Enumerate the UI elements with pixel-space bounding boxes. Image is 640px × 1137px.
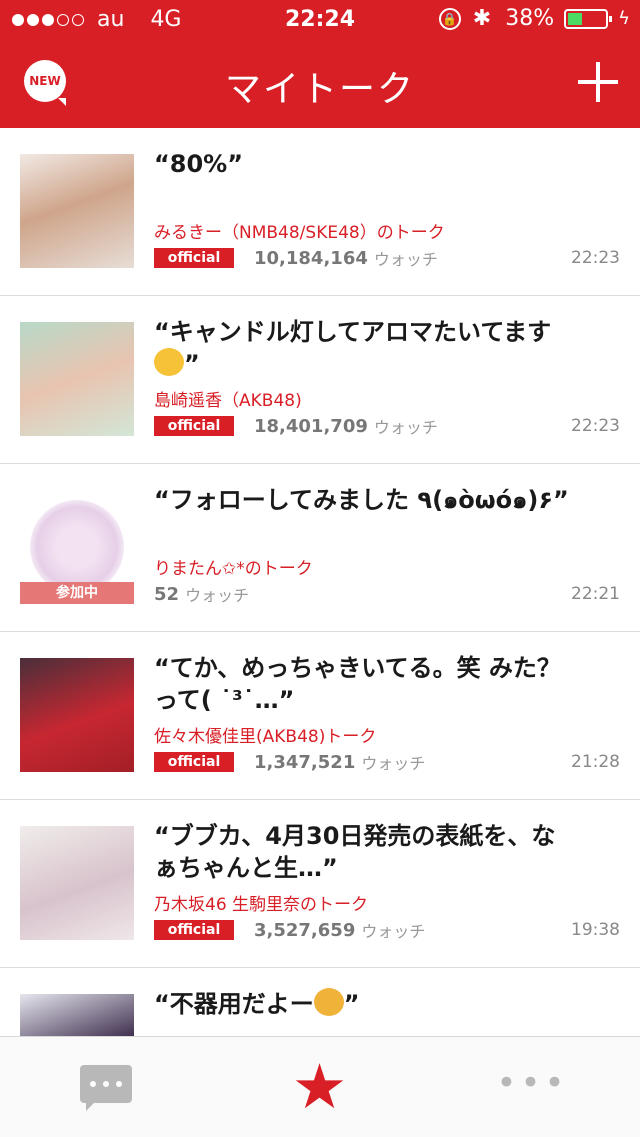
watch-count: 10,184,164 — [254, 247, 368, 269]
talk-list: “80%” みるきー（NMB48/SKE48）のトーク official 10,… — [0, 128, 640, 1036]
official-badge: official — [154, 920, 234, 940]
watch-count: 3,527,659 — [254, 919, 356, 941]
talk-message: “てか、めっちゃきいてる。笑 みた？って( ˙³˙…” — [154, 654, 561, 714]
talk-row[interactable]: “ブブカ、4月30日発売の表紙を、なぁちゃんと生…” 乃木坂46 生駒里奈のトー… — [0, 800, 640, 968]
talk-row[interactable]: “80%” みるきー（NMB48/SKE48）のトーク official 10,… — [0, 128, 640, 296]
add-icon[interactable] — [578, 62, 618, 102]
crying-face-emoji-icon — [313, 988, 344, 1016]
talk-message: “フォローしてみました ٩(๑òωó๑)۶” — [154, 486, 569, 514]
more-icon: ••• — [496, 1063, 569, 1103]
relieved-face-emoji-icon — [154, 348, 184, 376]
talk-message: “ブブカ、4月30日発売の表紙を、なぁちゃんと生…” — [154, 822, 556, 882]
app-header: au 4G 22:24 🔒 ✱ 38% ϟ NEW マイトーク — [0, 0, 640, 128]
talk-thumbnail — [20, 658, 134, 772]
talk-row[interactable]: “キャンドル灯してアロマたいてます” 島崎遥香（AKB48) official … — [0, 296, 640, 464]
watch-count: 52 — [154, 583, 180, 605]
talk-thumbnail — [20, 994, 134, 1036]
tab-my-talk[interactable]: ★ — [213, 1037, 426, 1137]
star-icon: ★ — [291, 1050, 348, 1123]
talk-room-name: みるきー（NMB48/SKE48）のトーク — [154, 223, 445, 243]
talk-room-name: 乃木坂46 生駒里奈のトーク — [154, 895, 369, 915]
status-bar: au 4G 22:24 🔒 ✱ 38% ϟ — [0, 0, 640, 40]
watch-count: 18,401,709 — [254, 415, 368, 437]
talk-message-tail: ” — [343, 990, 360, 1018]
talk-time: 19:38 — [571, 920, 620, 940]
talk-thumbnail — [20, 322, 134, 436]
talk-message: “80%” — [154, 150, 243, 178]
talk-thumbnail — [20, 826, 134, 940]
tab-more[interactable]: ••• — [426, 1037, 639, 1137]
official-badge: official — [154, 416, 234, 436]
talk-room-name: 佐々木優佳里(AKB48)トーク — [154, 727, 377, 747]
talk-row[interactable]: 参加中 “フォローしてみました ٩(๑òωó๑)۶” りまたん✩*のトーク 52… — [0, 464, 640, 632]
talk-room-name: りまたん✩*のトーク — [154, 559, 313, 579]
talk-message-text: “不器用だよー — [154, 990, 314, 1018]
talk-row[interactable]: “てか、めっちゃきいてる。笑 みた？って( ˙³˙…” 佐々木優佳里(AKB48… — [0, 632, 640, 800]
talk-row[interactable]: “不器用だよー ” — [0, 968, 640, 1036]
talk-time: 22:21 — [571, 584, 620, 604]
talk-message: “不器用だよー ” — [154, 988, 574, 1020]
page-title: マイトーク — [224, 69, 415, 110]
watch-label: ウォッチ — [361, 754, 426, 773]
talk-time: 22:23 — [571, 248, 620, 268]
watch-label: ウォッチ — [361, 922, 426, 941]
battery-percent: 38% — [505, 6, 555, 31]
watch-count: 1,347,521 — [254, 751, 356, 773]
talk-time: 22:23 — [571, 416, 620, 436]
rotation-lock-icon: 🔒 — [438, 7, 461, 30]
tab-bar: ★ ••• — [0, 1036, 640, 1137]
talk-message-tail: ” — [184, 350, 200, 378]
watch-label: ウォッチ — [373, 418, 438, 437]
charging-icon: ϟ — [618, 8, 630, 29]
talk-time: 21:28 — [571, 752, 620, 772]
battery-fill — [568, 12, 582, 25]
talk-thumbnail — [20, 154, 134, 268]
chat-bubble-icon — [80, 1065, 132, 1111]
talk-message-text: “キャンドル灯してアロマたいてます — [154, 318, 552, 346]
watch-label: ウォッチ — [185, 586, 250, 605]
watch-label: ウォッチ — [373, 250, 438, 269]
tab-talks[interactable] — [0, 1037, 213, 1137]
bluetooth-icon: ✱ — [472, 6, 492, 31]
official-badge: official — [154, 752, 234, 772]
joined-badge: 参加中 — [20, 582, 134, 604]
talk-message: “キャンドル灯してアロマたいてます ” — [154, 316, 574, 380]
official-badge: official — [154, 248, 234, 268]
talk-room-name: 島崎遥香（AKB48) — [154, 391, 302, 411]
battery-icon — [564, 8, 613, 29]
